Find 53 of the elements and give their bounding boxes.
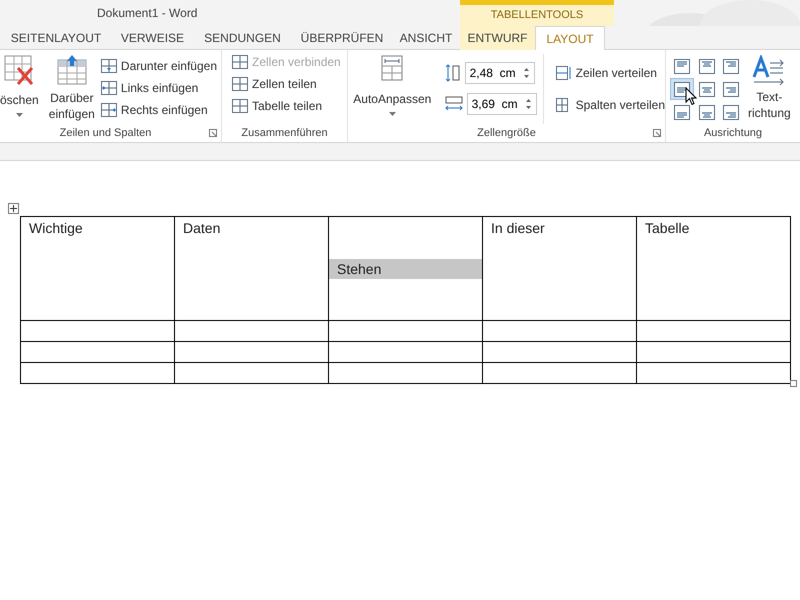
ribbon-command[interactable]: Darunter einfügen xyxy=(96,55,221,77)
text-direction-button[interactable]: Text- richtung xyxy=(748,55,791,124)
distribute-button[interactable]: Spalten verteilen xyxy=(556,94,665,116)
ribbon-tab[interactable]: LAYOUT xyxy=(535,26,605,50)
spinner-arrows-icon[interactable] xyxy=(524,97,532,111)
cell-text: Stehen xyxy=(329,259,482,279)
distribute-button[interactable]: Zeilen verteilen xyxy=(556,62,665,84)
text-direction-icon xyxy=(752,55,786,85)
insert-row-below-icon xyxy=(100,59,117,73)
ribbon-tab[interactable]: VERWEISE xyxy=(112,26,193,50)
column-width-icon xyxy=(444,96,463,112)
cell-text: Tabelle xyxy=(644,219,690,238)
autofit-button[interactable]: AutoAnpassen xyxy=(348,54,437,124)
row-height-field[interactable]: 2,48 cm xyxy=(464,62,535,84)
insert-column-left-icon xyxy=(100,81,117,95)
row-height-icon xyxy=(444,64,461,82)
group-label: Zeilen und Spalten xyxy=(60,126,152,141)
insert-column-right-icon xyxy=(100,103,117,117)
ribbon-command[interactable]: Zellen teilen xyxy=(228,73,347,95)
ribbon-tab[interactable]: ENTWURF xyxy=(460,26,535,50)
dropdown-caret-icon xyxy=(16,113,23,117)
table-delete-icon xyxy=(4,54,34,86)
cell-text: In dieser xyxy=(490,219,546,238)
dropdown-caret-icon xyxy=(388,112,396,116)
group-label: Ausrichtung xyxy=(704,126,762,141)
column-width-field[interactable]: 3,69 cm xyxy=(466,93,537,115)
dialog-launcher-icon[interactable] xyxy=(653,129,661,137)
ribbon-command[interactable]: Rechts einfügen xyxy=(96,99,221,121)
ribbon-command[interactable]: Tabelle teilen xyxy=(228,95,347,117)
split-cells-icon xyxy=(232,77,248,91)
ribbon-tab[interactable]: SENDUNGEN xyxy=(193,26,292,50)
cell-text: Wichtige xyxy=(28,219,84,238)
ribbon-command[interactable]: Links einfügen xyxy=(96,77,221,99)
insert-above-button[interactable]: Darüber einfügen xyxy=(48,54,95,124)
table-resize-handle[interactable] xyxy=(790,380,797,387)
group-label: Zellengröße xyxy=(477,126,536,141)
insert-row-above-icon xyxy=(56,54,87,86)
distribute-rows-icon xyxy=(556,66,572,80)
ribbon-tab[interactable]: ÜBERPRÜFEN xyxy=(292,26,392,50)
mouse-pointer-icon xyxy=(685,87,697,106)
autofit-icon xyxy=(380,54,404,82)
delete-button[interactable]: öschen xyxy=(0,54,39,124)
ribbon-tab[interactable]: ANSICHT xyxy=(392,26,460,50)
merge-cells-icon xyxy=(232,55,248,69)
cell-text: Daten xyxy=(182,219,222,238)
dialog-launcher-icon[interactable] xyxy=(209,129,217,137)
ribbon-tab[interactable]: SEITENLAYOUT xyxy=(0,26,112,50)
contextual-tab-header: TABELLENTOOLS xyxy=(460,0,614,26)
window-title: Dokument1 - Word xyxy=(97,5,198,22)
table-move-handle-icon[interactable] xyxy=(8,203,19,214)
split-table-icon xyxy=(232,99,248,113)
group-label: Zusammenführen xyxy=(241,126,328,141)
spinner-arrows-icon[interactable] xyxy=(522,66,530,80)
